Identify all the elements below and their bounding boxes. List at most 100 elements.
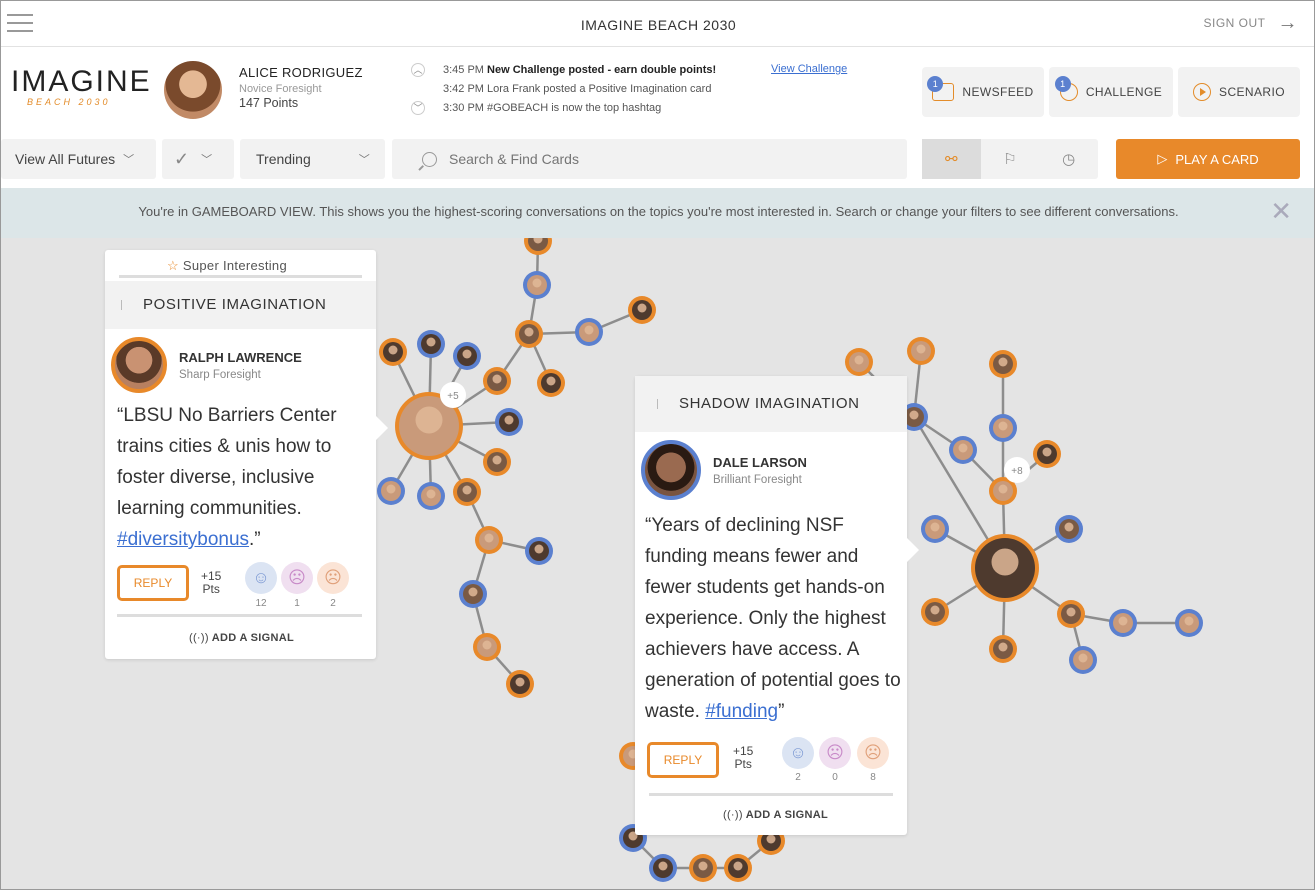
participant-avatar[interactable]	[921, 515, 949, 543]
user-points: 147 Points	[239, 96, 299, 110]
participant-avatar[interactable]	[575, 318, 603, 346]
quote-end: .”	[249, 529, 261, 550]
sort-dropdown[interactable]: Trending ﹀	[240, 139, 385, 179]
card-pointer	[376, 416, 388, 440]
add-signal-button[interactable]: ((·)) ADD A SIGNAL	[723, 809, 828, 821]
chevron-down-icon[interactable]: ﹀	[411, 101, 425, 115]
participant-avatar[interactable]	[524, 238, 552, 255]
logo[interactable]: IMAGINE BEACH 2030	[11, 67, 152, 108]
futures-dropdown[interactable]: View All Futures ﹀	[1, 139, 156, 179]
notification-time: 3:42 PM	[443, 83, 484, 95]
participant-avatar[interactable]	[1109, 609, 1137, 637]
happy-face-icon[interactable]: ☺	[782, 737, 814, 769]
participant-avatar[interactable]	[1055, 515, 1083, 543]
more-participants-badge[interactable]: +8	[1004, 457, 1030, 483]
flag-icon[interactable]	[657, 399, 665, 410]
points-reward: +15 Pts	[733, 745, 753, 771]
gameboard-view-icon[interactable]: ⚯	[922, 139, 981, 179]
card-shadow-imagination[interactable]: SHADOW IMAGINATION DALE LARSON Brilliant…	[635, 376, 907, 835]
participant-avatar[interactable]	[453, 478, 481, 506]
ribbon-icon: 1	[1054, 76, 1078, 101]
author-avatar[interactable]	[641, 440, 701, 500]
participant-avatar[interactable]	[949, 436, 977, 464]
participant-avatar[interactable]	[628, 296, 656, 324]
angry-face-icon[interactable]: ☹	[281, 562, 313, 594]
scenario-button[interactable]: SCENARIO	[1178, 67, 1300, 117]
participant-avatar[interactable]	[689, 854, 717, 882]
author-name: DALE LARSON	[713, 454, 807, 470]
arrow-right-icon: →	[1277, 12, 1298, 34]
newsfeed-button[interactable]: 1 NEWSFEED	[922, 67, 1044, 117]
participant-avatar[interactable]	[724, 854, 752, 882]
card-author[interactable]: RALPH LAWRENCE Sharp Foresight	[111, 337, 302, 393]
participant-avatar[interactable]	[495, 408, 523, 436]
close-icon[interactable]: ✕	[1270, 198, 1292, 224]
participant-avatar[interactable]	[845, 348, 873, 376]
flag-view-icon[interactable]: ⚐	[981, 139, 1040, 179]
participant-avatar[interactable]	[453, 342, 481, 370]
participant-avatar[interactable]	[907, 337, 935, 365]
participant-avatar[interactable]	[525, 537, 553, 565]
participant-avatar[interactable]	[417, 482, 445, 510]
participant-avatar[interactable]	[459, 580, 487, 608]
timeline-view-icon[interactable]: ◷	[1039, 139, 1098, 179]
participant-avatar[interactable]	[1057, 600, 1085, 628]
participant-avatar[interactable]	[989, 414, 1017, 442]
participant-avatar[interactable]	[1175, 609, 1203, 637]
participant-avatar[interactable]	[377, 477, 405, 505]
star-icon: ☆	[167, 258, 179, 273]
chevron-down-icon: ﹀	[123, 154, 135, 166]
participant-avatar[interactable]	[1033, 440, 1061, 468]
signal-icon: ((·))	[723, 809, 743, 821]
conversation-hub-avatar[interactable]	[971, 534, 1039, 602]
participant-avatar[interactable]	[515, 320, 543, 348]
reply-button[interactable]: REPLY	[647, 742, 719, 778]
avatar[interactable]	[164, 61, 222, 119]
participant-avatar[interactable]	[921, 598, 949, 626]
participant-avatar[interactable]	[989, 350, 1017, 378]
search-input[interactable]	[449, 151, 869, 167]
happy-count: 12	[255, 598, 267, 609]
participant-avatar[interactable]	[649, 854, 677, 882]
status-filter-dropdown[interactable]: ✓ ﹀	[162, 139, 234, 179]
angry-face-icon[interactable]: ☹	[819, 737, 851, 769]
reply-button[interactable]: REPLY	[117, 565, 189, 601]
search-bar	[392, 139, 907, 179]
notification-text: Lora Frank posted a Positive Imagination…	[487, 83, 712, 95]
chevron-up-icon[interactable]: ︿	[411, 63, 425, 77]
angry-count: 1	[294, 598, 300, 609]
user-level: Novice Foresight	[239, 83, 322, 95]
hashtag-link[interactable]: #diversitybonus	[117, 529, 249, 550]
participant-avatar[interactable]	[523, 271, 551, 299]
worried-face-icon[interactable]: ☹	[317, 562, 349, 594]
play-a-card-button[interactable]: ▷ PLAY A CARD	[1116, 139, 1300, 179]
participant-avatar[interactable]	[483, 448, 511, 476]
hashtag-link[interactable]: #funding	[705, 701, 778, 722]
more-participants-count: +8	[1011, 466, 1023, 477]
flag-icon[interactable]	[121, 300, 129, 311]
participant-avatar[interactable]	[475, 526, 503, 554]
participant-avatar[interactable]	[506, 670, 534, 698]
card-quote: “Years of declining NSF funding means fe…	[645, 510, 907, 727]
participant-avatar[interactable]	[473, 633, 501, 661]
participant-avatar[interactable]	[1069, 646, 1097, 674]
card-positive-imagination[interactable]: ☆ Super Interesting POSITIVE IMAGINATION…	[105, 250, 376, 659]
participant-avatar[interactable]	[989, 635, 1017, 663]
challenge-button[interactable]: 1 CHALLENGE	[1049, 67, 1173, 117]
card-category-label: SHADOW IMAGINATION	[679, 395, 860, 412]
happy-face-icon[interactable]: ☺	[245, 562, 277, 594]
participant-avatar[interactable]	[417, 330, 445, 358]
sign-out-button[interactable]: SIGN OUT →	[1203, 12, 1298, 34]
more-participants-badge[interactable]: +5	[440, 382, 466, 408]
card-category: SHADOW IMAGINATION	[635, 376, 907, 432]
participant-avatar[interactable]	[537, 369, 565, 397]
card-category: POSITIVE IMAGINATION	[105, 281, 376, 329]
author-avatar[interactable]	[111, 337, 167, 393]
participant-avatar[interactable]	[379, 338, 407, 366]
add-signal-button[interactable]: ((·)) ADD A SIGNAL	[189, 632, 294, 644]
card-author[interactable]: DALE LARSON Brilliant Foresight	[641, 440, 807, 500]
author-level: Brilliant Foresight	[713, 473, 802, 486]
participant-avatar[interactable]	[483, 367, 511, 395]
view-challenge-link[interactable]: View Challenge	[771, 63, 847, 75]
worried-face-icon[interactable]: ☹	[857, 737, 889, 769]
